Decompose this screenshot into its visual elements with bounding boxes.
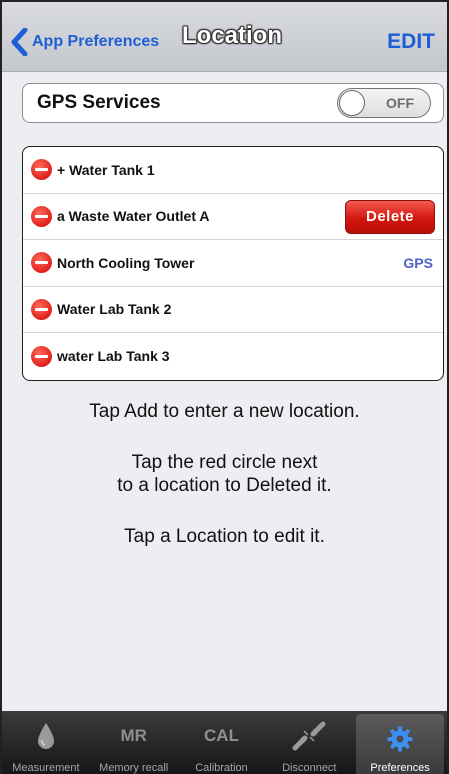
back-button[interactable]: App Preferences — [10, 28, 159, 56]
instruction-delete-line2: to a location to Deleted it. — [117, 475, 332, 496]
delete-circle-icon[interactable] — [31, 298, 52, 320]
page-title: Location — [182, 22, 282, 49]
location-name: water Lab Tank 3 — [57, 348, 170, 365]
toggle-knob — [339, 90, 365, 116]
tab-label: Disconnect — [282, 762, 337, 774]
tab-disconnect[interactable]: Disconnect — [265, 711, 353, 774]
tab-label: Measurement — [12, 762, 80, 774]
location-name: North Cooling Tower — [57, 254, 195, 271]
tab-memory-recall[interactable]: MR Memory recall — [90, 711, 178, 774]
gps-tag: GPS — [403, 255, 433, 271]
tab-calibration[interactable]: CAL Calibration — [178, 711, 266, 774]
cal-icon: CAL — [204, 726, 239, 745]
location-name: Water Lab Tank 2 — [57, 301, 172, 318]
delete-circle-icon[interactable] — [31, 252, 52, 274]
disconnect-icon — [292, 717, 326, 755]
delete-button[interactable]: Delete — [345, 199, 435, 234]
tab-preferences[interactable]: Preferences — [356, 714, 444, 774]
location-row[interactable]: a Waste Water Outlet A Delete — [23, 194, 443, 240]
instruction-delete-line1: Tap the red circle next — [131, 452, 318, 473]
edit-button[interactable]: EDIT — [387, 30, 435, 54]
location-row[interactable]: + Water Tank 1 — [23, 147, 443, 194]
tab-label: Preferences — [370, 762, 430, 774]
location-name: + Water Tank 1 — [57, 161, 155, 178]
location-row[interactable]: water Lab Tank 3 — [23, 333, 443, 380]
gps-services-toggle[interactable]: OFF — [337, 88, 431, 118]
location-name: a Waste Water Outlet A — [57, 208, 210, 225]
delete-circle-icon[interactable] — [31, 345, 52, 367]
tab-measurement[interactable]: Measurement — [2, 711, 90, 774]
gps-services-label: GPS Services — [37, 92, 161, 113]
location-row[interactable]: Water Lab Tank 2 — [23, 287, 443, 333]
tab-label: Calibration — [195, 762, 248, 774]
mr-icon: MR — [120, 726, 147, 745]
gear-icon — [386, 720, 414, 758]
delete-circle-icon[interactable] — [31, 159, 52, 181]
instruction-add: Tap Add to enter a new location. — [89, 401, 360, 422]
delete-circle-icon[interactable] — [31, 205, 52, 227]
instruction-edit: Tap a Location to edit it. — [124, 526, 325, 547]
tab-label: Memory recall — [99, 762, 169, 774]
back-button-label: App Preferences — [32, 33, 160, 50]
chevron-left-icon — [11, 28, 28, 56]
navigation-bar: App Preferences Location EDIT — [2, 2, 447, 72]
location-screen: App Preferences Location EDIT GPS Servic… — [0, 0, 449, 774]
location-list: + Water Tank 1 a Waste Water Outlet A De… — [22, 146, 444, 381]
location-row[interactable]: North Cooling Tower GPS — [23, 240, 443, 287]
gps-services-row: GPS Services OFF — [22, 83, 444, 123]
drop-icon — [35, 717, 57, 755]
tab-bar: Measurement MR Memory recall CAL Calibra… — [2, 711, 447, 774]
toggle-state-label: OFF — [386, 95, 414, 111]
